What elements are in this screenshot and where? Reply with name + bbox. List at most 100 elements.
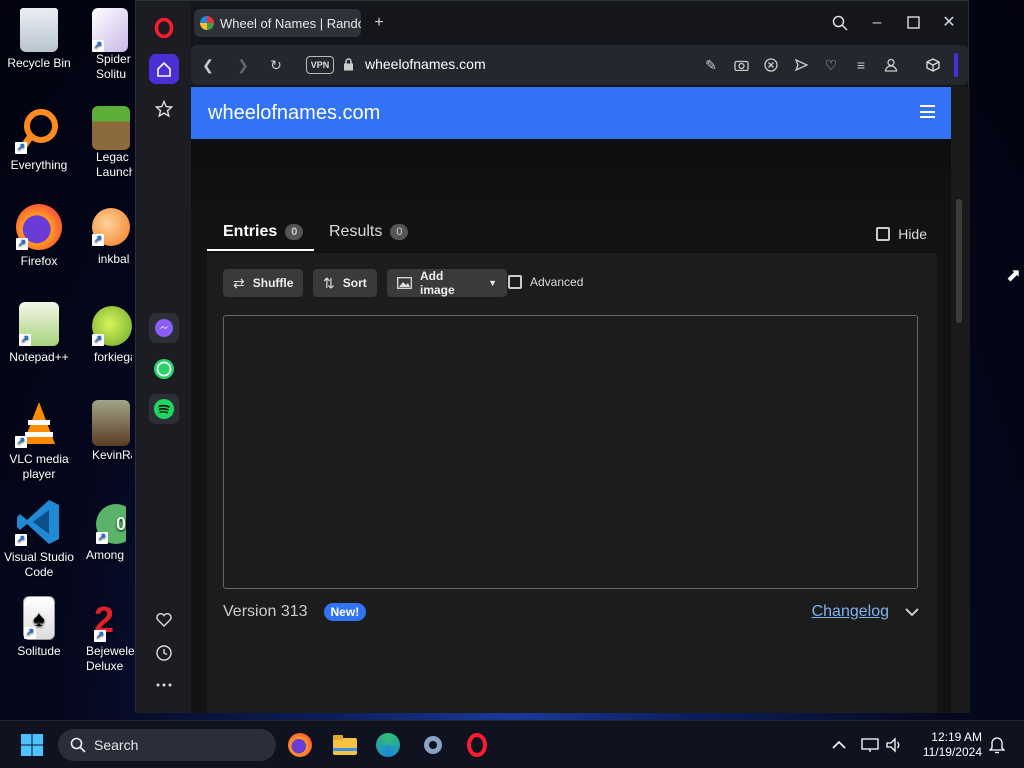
home-icon[interactable] xyxy=(149,54,179,84)
scrollbar-thumb[interactable] xyxy=(956,199,962,323)
extensions-cube-icon[interactable] xyxy=(923,55,943,75)
favorites-heart-icon[interactable]: ♡ xyxy=(821,55,841,75)
desktop-icon-vlc[interactable]: ↗ VLC media player xyxy=(0,400,78,482)
among-us-icon: 00↗ xyxy=(96,504,126,544)
messenger-icon[interactable] xyxy=(149,313,179,343)
wheel-favicon-icon xyxy=(200,16,214,30)
taskbar-opera-icon[interactable] xyxy=(463,731,491,759)
tab-entries[interactable]: Entries 0 xyxy=(223,223,304,241)
taskbar-file-explorer-icon[interactable] xyxy=(331,731,359,759)
whatsapp-icon[interactable] xyxy=(149,354,179,384)
desktop-icon-spider-solitaire[interactable]: ↗ Spider Solitu xyxy=(92,8,132,82)
desktop-icon-label: Among xyxy=(86,548,125,562)
mouse-cursor-icon: ⬈ xyxy=(1006,265,1022,285)
history-clock-icon[interactable] xyxy=(149,638,179,668)
volume-speaker-icon[interactable] xyxy=(880,731,908,759)
vscode-icon: ↗ xyxy=(15,498,63,546)
solitaire-cards-icon: ♠ ↗ xyxy=(23,596,55,640)
minimize-icon[interactable]: – xyxy=(865,11,889,35)
changelog-link[interactable]: Changelog xyxy=(812,603,889,621)
adblock-shield-icon[interactable] xyxy=(761,55,781,75)
lock-icon[interactable] xyxy=(338,55,358,75)
forward-arrow-icon[interactable]: ❯ xyxy=(233,55,253,75)
taskbar-settings-gear-icon[interactable] xyxy=(419,731,447,759)
chevron-down-icon[interactable] xyxy=(905,603,919,620)
desktop-icon-vscode[interactable]: ↗ Visual Studio Code xyxy=(0,498,78,580)
add-image-button[interactable]: Add image ▼ xyxy=(387,269,507,297)
sort-button[interactable]: ⇅ Sort xyxy=(313,269,377,297)
close-window-icon[interactable]: ✕ xyxy=(937,11,961,35)
add-image-label: Add image xyxy=(420,269,455,297)
everything-icon: ↗ xyxy=(15,106,63,154)
system-clock[interactable]: 12:19 AM 11/19/2024 xyxy=(910,730,982,760)
desktop-icon-forkiegame[interactable]: ↗ forkiega xyxy=(92,302,132,365)
opera-logo-icon[interactable] xyxy=(149,13,179,43)
desktop-icon-notepad-plus-plus[interactable]: ↗ Notepad++ xyxy=(0,302,78,365)
profile-user-icon[interactable] xyxy=(881,55,901,75)
notification-bell-icon[interactable] xyxy=(983,731,1011,759)
vlc-cone-icon: ↗ xyxy=(15,400,63,448)
desktop-icon-solitude[interactable]: ♠ ↗ Solitude xyxy=(0,596,78,659)
tab-results[interactable]: Results 0 xyxy=(329,223,409,241)
version-row: Version 313 New! xyxy=(223,603,367,621)
send-arrow-icon[interactable] xyxy=(791,55,811,75)
clock-date: 11/19/2024 xyxy=(922,745,982,759)
vpn-badge[interactable]: VPN xyxy=(306,56,334,74)
entries-textarea[interactable] xyxy=(223,315,918,589)
edit-note-icon[interactable]: ✎ xyxy=(701,55,721,75)
desktop-icon-inkball[interactable]: ↗ inkbal xyxy=(92,204,132,267)
spotify-icon[interactable] xyxy=(149,394,179,424)
desktop-icon-label: inkbal xyxy=(98,252,130,266)
bejeweled-icon: 2 ↗ xyxy=(94,599,115,642)
show-hidden-icons-chevron-icon[interactable] xyxy=(825,731,853,759)
advanced-checkbox-box[interactable] xyxy=(508,275,522,289)
desktop-icon-bejeweled[interactable]: 2 ↗ Bejewele Deluxe xyxy=(86,596,134,674)
sort-label: Sort xyxy=(342,276,367,290)
dropdown-caret-icon: ▼ xyxy=(488,278,497,288)
taskbar-firefox-icon[interactable] xyxy=(286,731,314,759)
sort-icon: ⇅ xyxy=(323,274,335,291)
entries-panel: ⇄ Shuffle ⇅ Sort Add image ▼ Advanced Ve… xyxy=(207,253,937,713)
results-count-badge: 0 xyxy=(390,224,409,240)
url-text[interactable]: wheelofnames.com xyxy=(365,56,486,72)
new-tab-plus-icon[interactable]: + xyxy=(367,11,391,35)
desktop-icon-legacy-launcher[interactable]: Legac Launch xyxy=(92,106,132,180)
search-placeholder: Search xyxy=(94,737,139,753)
desktop-icon-firefox[interactable]: ↗ Firefox xyxy=(0,204,78,269)
browser-tab-wheel-of-names[interactable]: Wheel of Names | Random xyxy=(194,9,361,37)
easy-setup-sliders-icon[interactable]: ≡ xyxy=(851,55,871,75)
desktop-icon-label: KevinRac xyxy=(92,448,132,462)
desktop-icon-everything[interactable]: ↗ Everything xyxy=(0,106,78,173)
hide-checkbox-box[interactable] xyxy=(876,227,891,241)
search-tabs-icon[interactable] xyxy=(828,11,852,35)
reload-icon[interactable]: ↻ xyxy=(266,55,286,75)
desktop-icon-label: Visual Studio Code xyxy=(4,550,74,579)
opera-sidebar xyxy=(136,1,191,713)
page-scrollbar[interactable] xyxy=(951,87,970,713)
maximize-icon[interactable] xyxy=(901,11,925,35)
browser-window: Wheel of Names | Random + – ✕ ❮ ❯ ↻ VPN … xyxy=(135,0,970,713)
desktop-icon-among-us[interactable]: 00↗ Among xyxy=(86,498,126,563)
minecraft-icon xyxy=(92,106,130,150)
site-title[interactable]: wheelofnames.com xyxy=(208,102,380,125)
spider-solitaire-icon: ↗ xyxy=(92,8,128,52)
desktop-icon-label: Everything xyxy=(10,158,68,172)
windows-start-icon[interactable] xyxy=(18,731,46,759)
hamburger-menu-icon[interactable] xyxy=(920,105,935,118)
taskbar-edge-icon[interactable] xyxy=(374,731,402,759)
hide-checkbox[interactable]: Hide xyxy=(876,226,927,242)
more-options-icon[interactable] xyxy=(149,670,179,700)
heart-icon[interactable] xyxy=(149,605,179,635)
camera-snapshot-icon[interactable] xyxy=(731,55,751,75)
entries-results-tabs: Entries 0 Results 0 Hide xyxy=(207,217,937,253)
pinboards-star-icon[interactable] xyxy=(149,94,179,124)
taskbar: Search 12:19 AM 11/19/2024 xyxy=(0,720,1024,768)
taskbar-search[interactable]: Search xyxy=(58,729,276,761)
desktop-icon-recycle-bin[interactable]: Recycle Bin xyxy=(0,8,78,71)
shuffle-button[interactable]: ⇄ Shuffle xyxy=(223,269,304,297)
advanced-checkbox[interactable]: Advanced xyxy=(508,275,583,289)
new-badge: New! xyxy=(323,603,367,621)
back-arrow-icon[interactable]: ❮ xyxy=(198,55,218,75)
desktop-icon-label: Notepad++ xyxy=(9,350,69,364)
desktop-icon-kevinrace[interactable]: KevinRac xyxy=(92,400,132,463)
